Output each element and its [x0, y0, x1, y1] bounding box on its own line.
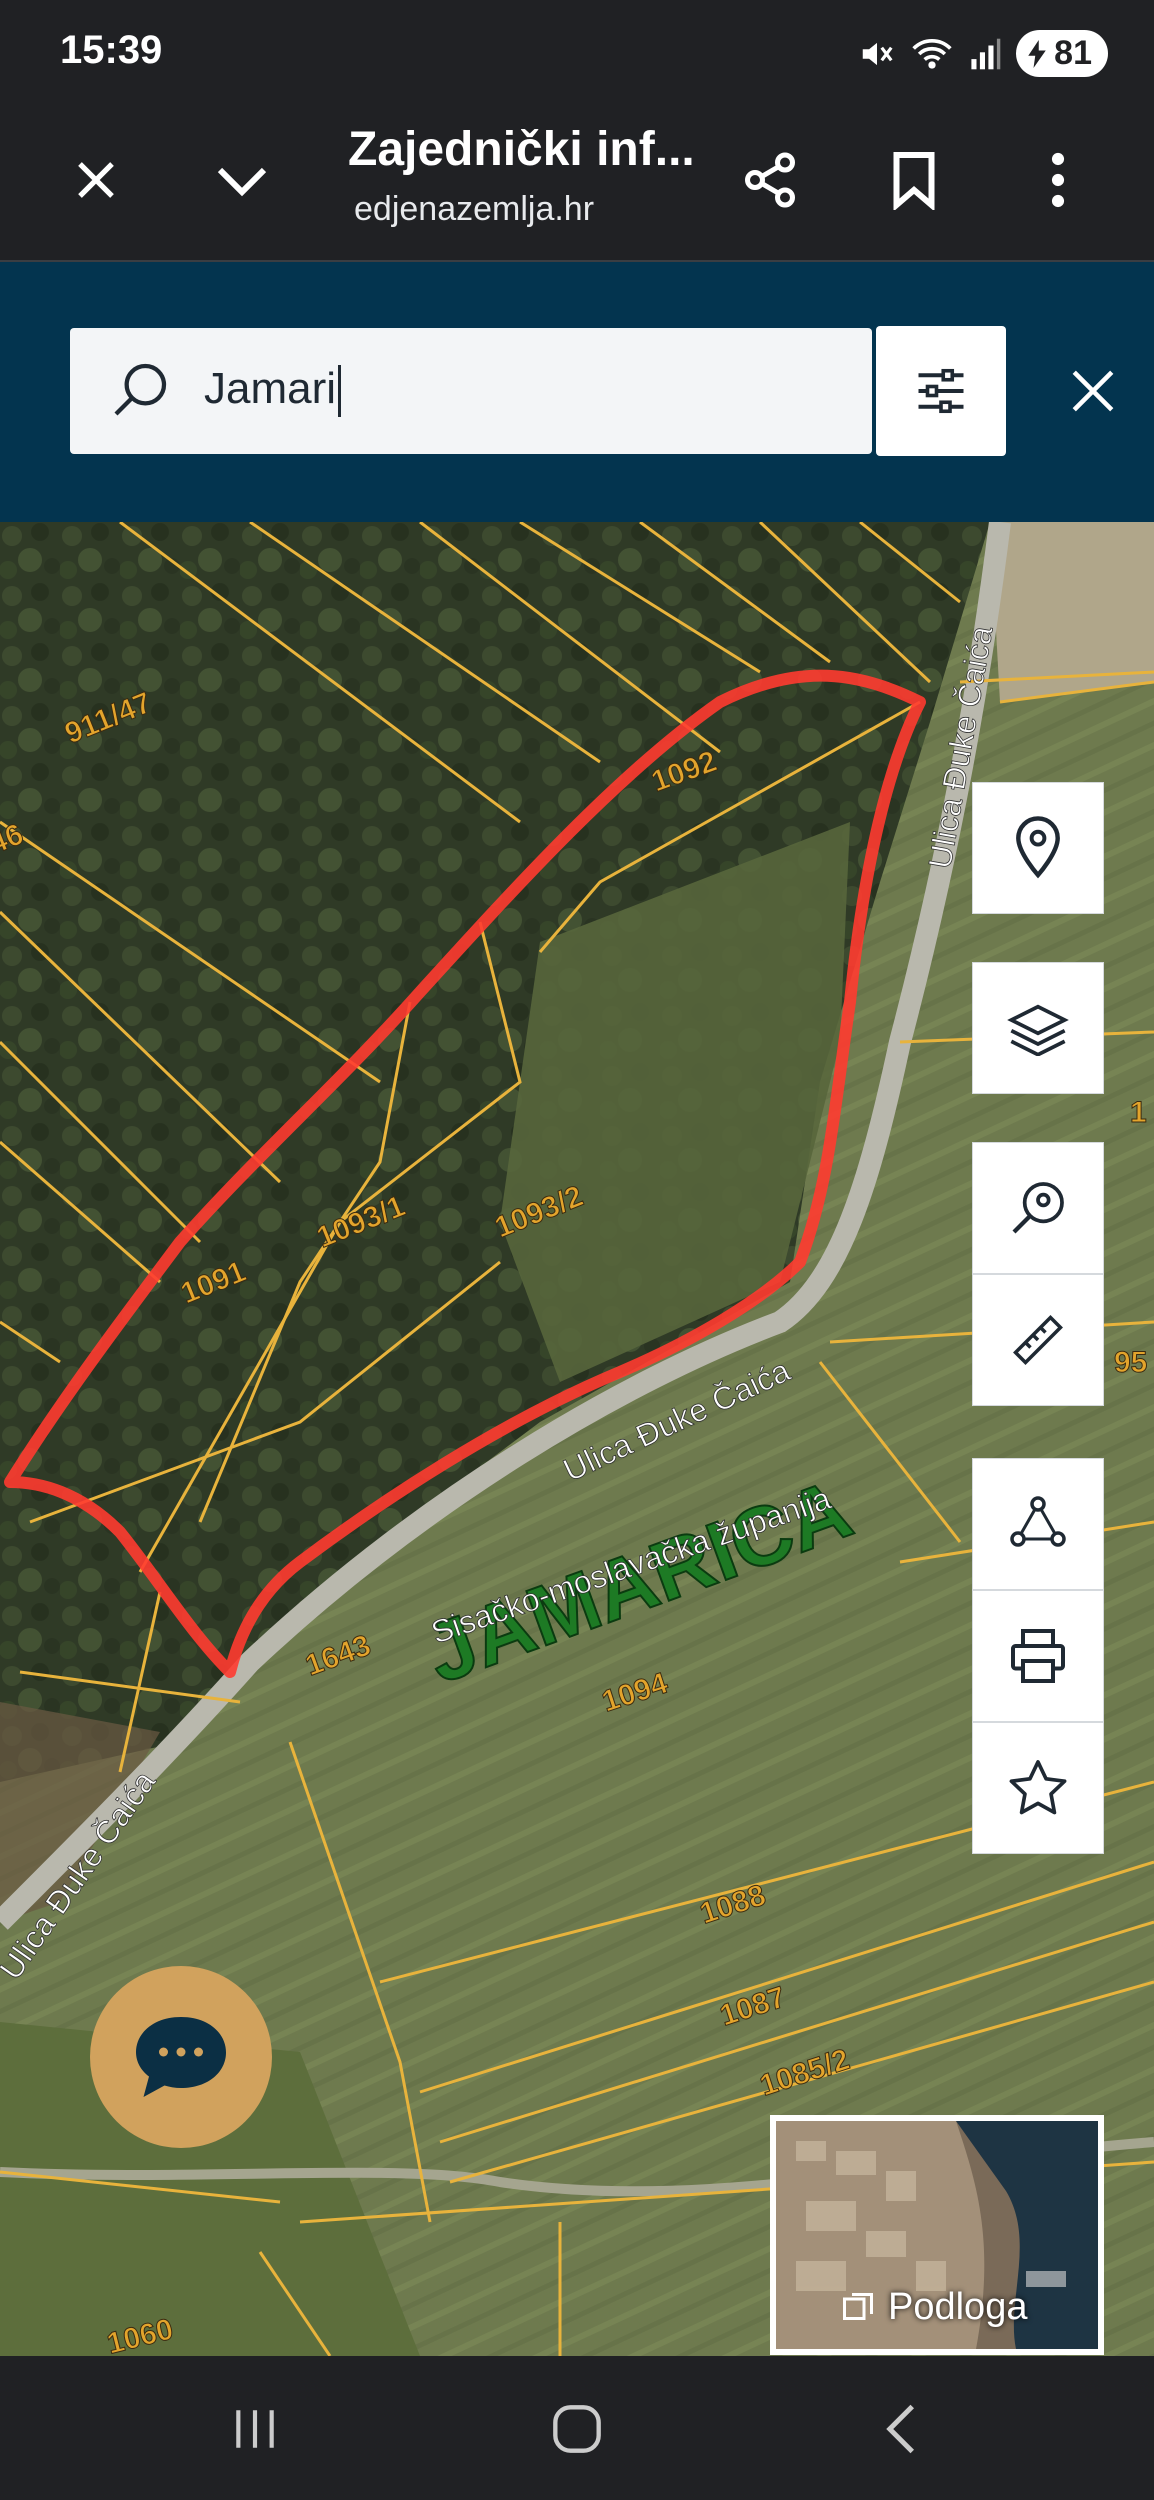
basemap-icon [843, 2292, 873, 2320]
browser-toolbar: Zajednički inf... edjenazemlja.hr [0, 100, 1154, 262]
favorites-button[interactable] [972, 1722, 1104, 1854]
print-icon [1011, 1629, 1065, 1683]
battery-indicator: 81 [1016, 30, 1108, 77]
close-tab-button[interactable] [56, 140, 136, 220]
search-panel: Jamari [0, 262, 1154, 522]
status-time: 15:39 [60, 28, 163, 72]
home-button[interactable] [532, 2394, 622, 2464]
recent-apps-button[interactable] [210, 2394, 300, 2464]
search-location-button[interactable] [972, 1142, 1104, 1274]
search-location-icon [1012, 1182, 1064, 1234]
status-icons: 81 [858, 30, 1108, 77]
page-title: Zajednički inf... [348, 123, 695, 176]
search-value[interactable]: Jamari [204, 364, 342, 418]
ruler-button[interactable] [972, 1274, 1104, 1406]
parcel-label: 95 [1114, 1346, 1147, 1379]
location-icon [1016, 816, 1060, 879]
search-input[interactable]: Jamari [70, 328, 872, 454]
filter-button[interactable] [876, 326, 1006, 456]
battery-icon [1028, 39, 1046, 68]
close-search-button[interactable] [1060, 358, 1126, 424]
basemap-label-row: Podloga [840, 2286, 1027, 2329]
back-button[interactable] [856, 2394, 946, 2464]
ruler-icon [1013, 1315, 1063, 1365]
polygon-icon [1010, 1496, 1066, 1547]
home-icon [553, 2405, 601, 2453]
close-icon [1072, 370, 1114, 412]
bookmark-button[interactable] [874, 140, 954, 220]
back-icon [886, 2404, 915, 2454]
share-icon [745, 152, 795, 208]
location-button[interactable] [972, 782, 1104, 914]
page-url[interactable]: edjenazemlja.hr [354, 190, 594, 229]
chat-button[interactable] [90, 1966, 272, 2148]
status-bar: 15:39 81 [0, 0, 1154, 100]
polygon-button[interactable] [972, 1458, 1104, 1590]
search-value-text: Jamari [204, 364, 337, 413]
more-icon [1051, 152, 1065, 208]
bookmark-icon [893, 152, 935, 210]
battery-level: 81 [1054, 34, 1092, 72]
chat-icon [136, 2017, 226, 2097]
collapse-button[interactable] [202, 140, 282, 220]
search-icon [108, 358, 172, 427]
system-nav-bar [0, 2356, 1154, 2500]
chevron-down-icon [217, 167, 267, 197]
wifi-icon [912, 38, 952, 69]
signal-icon [971, 38, 1001, 69]
mute-icon [862, 42, 893, 65]
share-button[interactable] [730, 140, 810, 220]
parcel-label: 1 [1130, 1096, 1147, 1129]
close-icon [78, 162, 114, 198]
recent-apps-icon [236, 2410, 274, 2448]
text-caret [338, 365, 342, 418]
print-button[interactable] [972, 1590, 1104, 1722]
basemap-switcher[interactable]: Podloga [770, 2115, 1104, 2355]
filter-icon [918, 368, 964, 414]
basemap-label: Podloga [888, 2286, 1028, 2328]
more-button[interactable] [1018, 140, 1098, 220]
layers-icon [1007, 1004, 1069, 1056]
layers-button[interactable] [972, 962, 1104, 1094]
star-icon [1009, 1760, 1067, 1815]
